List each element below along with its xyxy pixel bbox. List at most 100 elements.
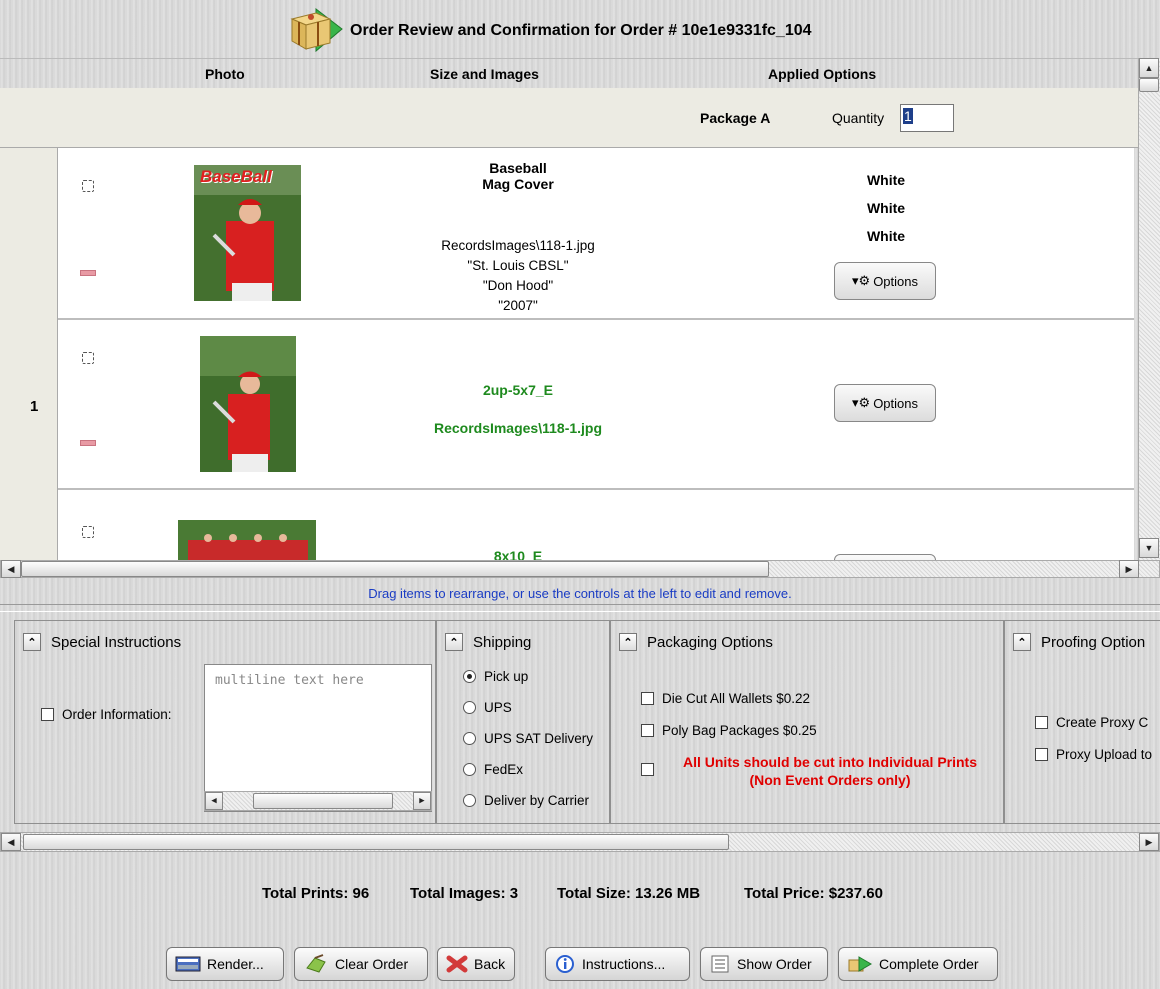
total-images: Total Images: 3	[410, 885, 519, 902]
divider	[0, 604, 1160, 612]
complete-order-button-label: Complete Order	[879, 956, 979, 972]
edit-item-checkbox[interactable]	[82, 352, 94, 364]
render-button[interactable]: Render...	[166, 947, 284, 981]
applied-option: White	[866, 172, 906, 188]
shipping-option-ups-sat[interactable]: UPS SAT Delivery	[463, 731, 593, 746]
edit-item-checkbox[interactable]	[82, 180, 94, 192]
options-button[interactable]: ▾⚙ Options	[834, 384, 936, 422]
radio-button[interactable]	[463, 670, 476, 683]
collapse-icon[interactable]: ⌃	[619, 633, 637, 651]
remove-item-button[interactable]	[80, 440, 96, 446]
text-field-3: "2007"	[498, 298, 538, 313]
scroll-right-button[interactable]: ▶	[1139, 833, 1159, 851]
individual-prints-checkbox[interactable]	[641, 763, 654, 779]
film-strip-icon	[175, 954, 201, 974]
list-item[interactable]: BaseBall Baseball Mag Cover RecordsImage…	[58, 148, 1134, 320]
size-name-line2: Mag Cover	[482, 176, 554, 192]
textarea-horizontal-scrollbar[interactable]: ◀ ▶	[204, 791, 432, 811]
create-proxy-option[interactable]: Create Proxy C	[1035, 715, 1148, 730]
edit-item-checkbox[interactable]	[82, 526, 94, 538]
list-item[interactable]: 8x10_E	[58, 490, 1134, 560]
title-bar: Order Review and Confirmation for Order …	[0, 0, 1160, 58]
collapse-icon[interactable]: ⌃	[1013, 633, 1031, 651]
scroll-thumb[interactable]	[253, 793, 393, 809]
order-information-option[interactable]: Order Information:	[41, 707, 172, 722]
info-icon	[554, 954, 576, 974]
back-button-label: Back	[474, 956, 506, 972]
panels-horizontal-scrollbar[interactable]: ◀ ▶	[0, 832, 1160, 852]
scroll-down-button[interactable]: ▼	[1139, 538, 1159, 558]
image-path: RecordsImages\118-1.jpg	[441, 238, 595, 253]
scroll-thumb[interactable]	[23, 834, 729, 850]
scroll-right-button[interactable]: ▶	[413, 792, 431, 810]
shipping-option-label: UPS	[484, 700, 512, 715]
shipping-option-fedex[interactable]: FedEx	[463, 762, 593, 777]
red-x-icon	[446, 954, 468, 974]
radio-button[interactable]	[463, 794, 476, 807]
scroll-left-button[interactable]: ◀	[205, 792, 223, 810]
instructions-button-label: Instructions...	[582, 956, 666, 972]
size-name: 2up-5x7_E	[482, 382, 554, 398]
grid-horizontal-scrollbar[interactable]: ◀ ▶	[0, 560, 1160, 578]
shipping-option-pick-up[interactable]: Pick up	[463, 669, 593, 684]
proofing-panel: ⌃ Proofing Option Create Proxy C Proxy U…	[1004, 620, 1160, 824]
render-button-label: Render...	[207, 956, 264, 972]
checkbox[interactable]	[641, 763, 654, 776]
radio-button[interactable]	[463, 701, 476, 714]
shipping-options: Pick up UPS UPS SAT Delivery FedEx Deliv…	[463, 669, 593, 808]
item-photo	[200, 336, 296, 472]
options-button-label: Options	[873, 395, 918, 411]
panel-title: Special Instructions	[51, 633, 182, 651]
scroll-thumb[interactable]	[21, 561, 769, 577]
panel-header: ⌃ Special Instructions	[23, 633, 181, 651]
radio-button[interactable]	[463, 763, 476, 776]
list-item[interactable]: 2up-5x7_E RecordsImages\118-1.jpg ▾⚙ Opt…	[58, 320, 1134, 490]
text-field-1: "St. Louis CBSL"	[467, 258, 569, 273]
checkbox[interactable]	[641, 724, 654, 737]
instructions-textarea[interactable]: multiline text here ◀ ▶	[204, 664, 432, 812]
scroll-thumb[interactable]	[1139, 78, 1159, 92]
broom-icon	[303, 954, 329, 974]
order-information-checkbox[interactable]	[41, 708, 54, 721]
grid-vertical-scrollbar[interactable]: ▲ ▼	[1138, 58, 1160, 560]
quantity-label: Quantity	[832, 110, 885, 126]
back-button[interactable]: Back	[437, 947, 515, 981]
warning-line-2: (Non Event Orders only)	[749, 772, 911, 788]
package-row-index: 1	[0, 148, 58, 578]
panel-title: Shipping	[473, 633, 532, 651]
applied-option: White	[866, 228, 906, 244]
clear-order-button[interactable]: Clear Order	[294, 947, 428, 981]
panel-header: ⌃ Proofing Option	[1013, 633, 1145, 651]
individual-prints-warning: All Units should be cut into Individual …	[657, 753, 1003, 789]
shipping-option-label: Pick up	[484, 669, 529, 684]
instructions-button[interactable]: Instructions...	[545, 947, 690, 981]
list-icon	[709, 954, 731, 974]
drag-hint-text: Drag items to rearrange, or use the cont…	[368, 586, 792, 601]
image-path: RecordsImages\118-1.jpg	[433, 420, 603, 436]
panel-title: Packaging Options	[647, 633, 773, 651]
checkbox[interactable]	[641, 692, 654, 705]
checkbox[interactable]	[1035, 748, 1048, 761]
complete-order-button[interactable]: Complete Order	[838, 947, 998, 981]
packaging-panel: ⌃ Packaging Options Die Cut All Wallets …	[610, 620, 1004, 824]
show-order-button[interactable]: Show Order	[700, 947, 828, 981]
scroll-left-button[interactable]: ◀	[1, 833, 21, 851]
collapse-icon[interactable]: ⌃	[23, 633, 41, 651]
shipping-option-ups[interactable]: UPS	[463, 700, 593, 715]
quantity-input[interactable]: 1	[900, 104, 954, 132]
remove-item-button[interactable]	[80, 270, 96, 276]
panel-header: ⌃ Packaging Options	[619, 633, 773, 651]
shipping-option-carrier[interactable]: Deliver by Carrier	[463, 793, 593, 808]
proxy-upload-option[interactable]: Proxy Upload to	[1035, 747, 1152, 762]
collapse-icon[interactable]: ⌃	[445, 633, 463, 651]
options-button[interactable]: ▾⚙ Options	[834, 262, 936, 300]
scroll-right-button[interactable]: ▶	[1119, 560, 1139, 578]
checkbox[interactable]	[1035, 716, 1048, 729]
poly-bag-option[interactable]: Poly Bag Packages $0.25	[641, 723, 817, 738]
scroll-up-button[interactable]: ▲	[1139, 58, 1159, 78]
size-details: 2up-5x7_E RecordsImages\118-1.jpg	[368, 378, 668, 440]
radio-button[interactable]	[463, 732, 476, 745]
die-cut-wallets-option[interactable]: Die Cut All Wallets $0.22	[641, 691, 810, 706]
option-label: Die Cut All Wallets $0.22	[662, 691, 811, 706]
scroll-left-button[interactable]: ◀	[1, 560, 21, 578]
